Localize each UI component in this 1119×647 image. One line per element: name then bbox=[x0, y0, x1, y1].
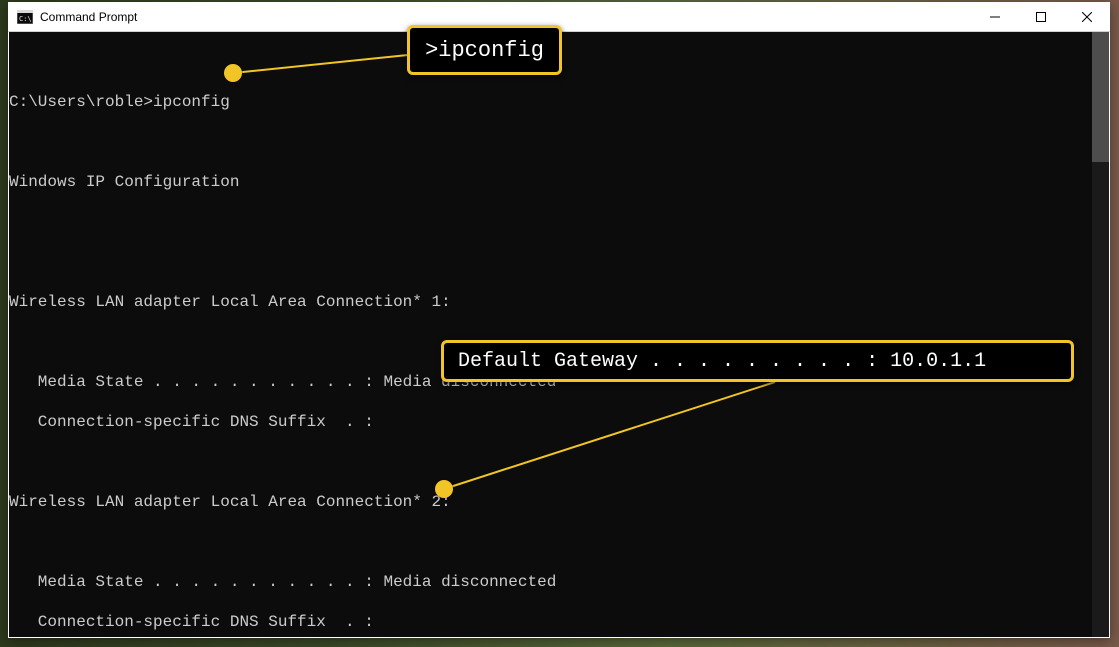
term-line bbox=[9, 252, 1092, 272]
callout-text: >ipconfig bbox=[425, 38, 544, 63]
term-line bbox=[9, 532, 1092, 552]
term-line-prompt: C:\Users\roble>ipconfig bbox=[9, 92, 1092, 112]
terminal-output: C:\Users\roble>ipconfig Windows IP Confi… bbox=[9, 32, 1092, 637]
minimize-button[interactable] bbox=[972, 2, 1018, 31]
window-controls bbox=[972, 2, 1110, 31]
cmd-icon: C:\ bbox=[17, 10, 33, 24]
close-button[interactable] bbox=[1064, 2, 1110, 31]
callout-default-gateway: Default Gateway . . . . . . . . . : 10.0… bbox=[441, 340, 1074, 382]
annotation-dot-icon bbox=[435, 480, 453, 498]
scrollbar-thumb[interactable] bbox=[1092, 32, 1109, 162]
term-line: Windows IP Configuration bbox=[9, 172, 1092, 192]
term-line bbox=[9, 452, 1092, 472]
term-line: Connection-specific DNS Suffix . : bbox=[9, 612, 1092, 632]
console-surface[interactable]: C:\Users\roble>ipconfig Windows IP Confi… bbox=[9, 32, 1109, 637]
command-prompt-window: C:\ Command Prompt C:\Users\roble>ipconf… bbox=[8, 2, 1110, 638]
term-line: Media State . . . . . . . . . . . : Medi… bbox=[9, 572, 1092, 592]
term-line: Wireless LAN adapter Local Area Connecti… bbox=[9, 292, 1092, 312]
term-line: Wireless LAN adapter Local Area Connecti… bbox=[9, 492, 1092, 512]
term-line bbox=[9, 212, 1092, 232]
svg-text:C:\: C:\ bbox=[19, 15, 32, 23]
callout-ipconfig: >ipconfig bbox=[407, 25, 562, 75]
term-line: Connection-specific DNS Suffix . : bbox=[9, 412, 1092, 432]
maximize-button[interactable] bbox=[1018, 2, 1064, 31]
callout-text: Default Gateway . . . . . . . . . : 10.0… bbox=[458, 350, 986, 373]
annotation-dot-icon bbox=[224, 64, 242, 82]
window-title: Command Prompt bbox=[40, 10, 137, 24]
term-line bbox=[9, 132, 1092, 152]
vertical-scrollbar[interactable] bbox=[1092, 32, 1109, 637]
client-area: C:\Users\roble>ipconfig Windows IP Confi… bbox=[8, 32, 1110, 638]
